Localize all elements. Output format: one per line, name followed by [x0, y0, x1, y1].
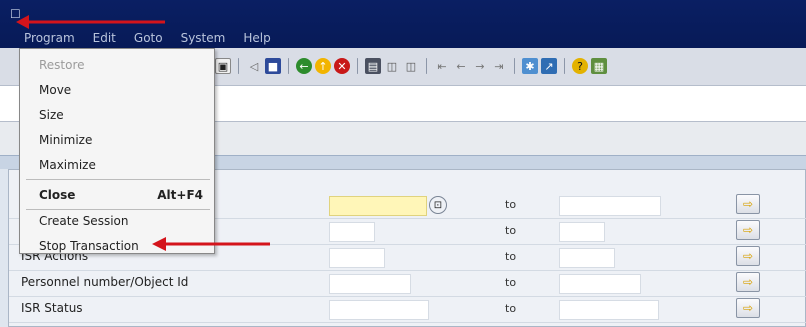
annotation-arrow-stop-transaction — [152, 237, 270, 251]
annotation-arrows — [16, 15, 270, 251]
annotation-arrow-system-icon — [16, 15, 165, 29]
